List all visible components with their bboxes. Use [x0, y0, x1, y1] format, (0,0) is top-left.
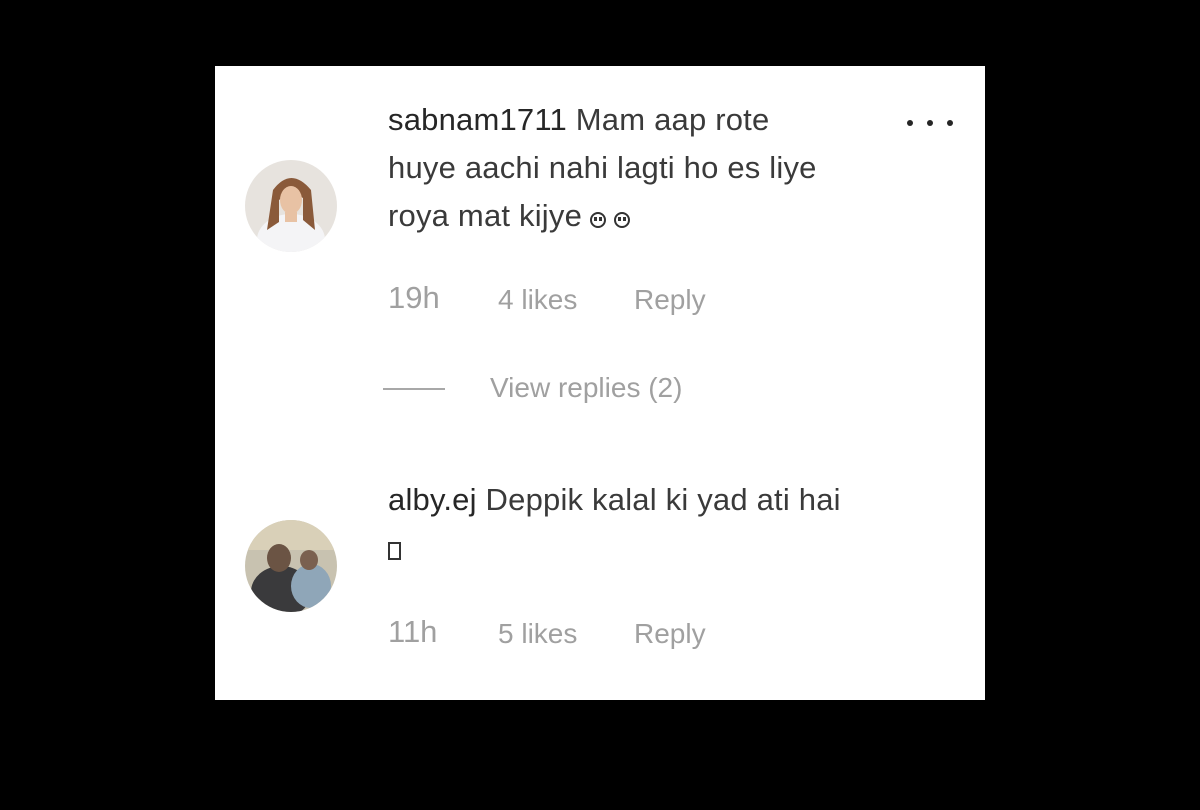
- comment-body: Mam aap rote: [575, 102, 770, 137]
- comment-line-2: huye aachi nahi lagti ho es liye: [388, 150, 817, 185]
- comment-line-1: sabnam1711 Mam aap rote: [388, 96, 948, 144]
- comment-username[interactable]: alby.ej: [388, 482, 477, 517]
- comment-line-2: [388, 524, 948, 572]
- comment-line-3: roya mat kijye: [388, 192, 948, 240]
- likes-count[interactable]: 4 likes: [498, 284, 577, 316]
- avatar[interactable]: [245, 520, 337, 612]
- comment-text: sabnam1711 Mam aap rote huye aachi nahi …: [388, 96, 948, 240]
- avatar[interactable]: [245, 160, 337, 252]
- comments-panel: sabnam1711 Mam aap rote huye aachi nahi …: [215, 66, 985, 700]
- comment-time: 11h: [388, 614, 438, 649]
- replies-divider: [383, 388, 445, 390]
- reply-button[interactable]: Reply: [634, 618, 706, 650]
- comment-username[interactable]: sabnam1711: [388, 102, 567, 137]
- crying-face-icon: [590, 212, 607, 228]
- crying-face-icon: [614, 212, 631, 228]
- view-replies-button[interactable]: View replies (2): [490, 372, 682, 404]
- reply-button[interactable]: Reply: [634, 284, 706, 316]
- missing-glyph-icon: [388, 542, 401, 560]
- comment-line-1: alby.ej Deppik kalal ki yad ati hai: [388, 476, 948, 524]
- likes-count[interactable]: 5 likes: [498, 618, 577, 650]
- more-options-icon[interactable]: [907, 114, 955, 130]
- comment-body: roya mat kijye: [388, 198, 583, 233]
- comment-text: alby.ej Deppik kalal ki yad ati hai: [388, 476, 948, 572]
- comment-time: 19h: [388, 280, 440, 315]
- comment-body: Deppik kalal ki yad ati hai: [485, 482, 841, 517]
